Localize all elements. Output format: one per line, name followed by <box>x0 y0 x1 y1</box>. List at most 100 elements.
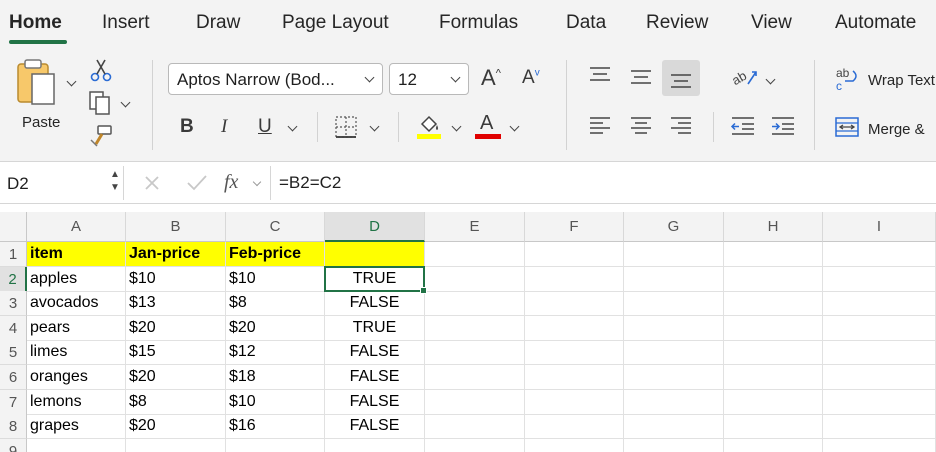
cell-i4[interactable] <box>823 315 936 341</box>
bold-button[interactable]: B <box>180 116 194 138</box>
cell-f7[interactable] <box>525 389 624 415</box>
cell-i7[interactable] <box>823 389 936 415</box>
tab-page-layout[interactable]: Page Layout <box>282 12 389 34</box>
cell-e1[interactable] <box>425 242 525 267</box>
decrease-font-size-icon[interactable]: Av <box>522 67 540 89</box>
row-header-3[interactable]: 3 <box>0 291 27 317</box>
row-header-6[interactable]: 6 <box>0 365 27 390</box>
cell-g6[interactable] <box>624 365 724 390</box>
column-header-f[interactable]: F <box>525 212 624 242</box>
align-right-icon[interactable] <box>669 116 693 136</box>
wrap-text-button[interactable]: Wrap Text <box>868 72 935 89</box>
tab-data[interactable]: Data <box>566 12 606 34</box>
cell-e3[interactable] <box>425 291 525 317</box>
cell-g8[interactable] <box>624 414 724 440</box>
formula-input[interactable]: =B2=C2 <box>279 173 341 193</box>
tab-home[interactable]: Home <box>9 12 62 34</box>
cell-g7[interactable] <box>624 389 724 415</box>
tab-draw[interactable]: Draw <box>196 12 240 34</box>
column-header-h[interactable]: H <box>724 212 823 242</box>
cell-a4[interactable]: pears <box>27 315 126 341</box>
cell-a6[interactable]: oranges <box>27 365 126 390</box>
column-header-g[interactable]: G <box>624 212 724 242</box>
cell-f2[interactable] <box>525 266 624 292</box>
cell-g2[interactable] <box>624 266 724 292</box>
font-color-icon[interactable]: A <box>475 112 501 140</box>
cell-g4[interactable] <box>624 315 724 341</box>
cell-b2[interactable]: $10 <box>126 266 226 292</box>
row-header-9[interactable]: 9 <box>0 438 27 452</box>
column-header-e[interactable]: E <box>425 212 525 242</box>
align-left-icon[interactable] <box>588 116 612 136</box>
cell-h1[interactable] <box>724 242 823 267</box>
cell-f3[interactable] <box>525 291 624 317</box>
tab-insert[interactable]: Insert <box>102 12 150 34</box>
tab-review[interactable]: Review <box>646 12 708 34</box>
worksheet-grid[interactable]: A B C D E F G H I 1 2 3 4 5 6 7 8 9 item Jan-price Feb-price… <box>0 204 936 452</box>
column-header-b[interactable]: B <box>126 212 226 242</box>
cell-f9[interactable] <box>525 438 624 452</box>
cell-d5[interactable]: FALSE <box>325 340 425 366</box>
cell-d8[interactable]: FALSE <box>325 414 425 440</box>
cell-a9[interactable] <box>27 438 126 452</box>
cell-c4[interactable]: $20 <box>226 315 325 341</box>
cell-h2[interactable] <box>724 266 823 292</box>
cell-d3[interactable]: FALSE <box>325 291 425 317</box>
copy-icon[interactable] <box>88 90 114 116</box>
align-center-icon[interactable] <box>629 116 653 136</box>
tab-view[interactable]: View <box>751 12 792 34</box>
cell-c7[interactable]: $10 <box>226 389 325 415</box>
cell-h4[interactable] <box>724 315 823 341</box>
cell-e2[interactable] <box>425 266 525 292</box>
cell-b3[interactable]: $13 <box>126 291 226 317</box>
cell-e4[interactable] <box>425 315 525 341</box>
cell-i3[interactable] <box>823 291 936 317</box>
fill-color-bucket-icon[interactable] <box>416 112 442 140</box>
cell-e9[interactable] <box>425 438 525 452</box>
cell-i2[interactable] <box>823 266 936 292</box>
top-align-icon[interactable] <box>588 66 612 84</box>
borders-icon[interactable] <box>334 115 358 139</box>
cell-c8[interactable]: $16 <box>226 414 325 440</box>
confirm-entry-check-icon[interactable] <box>186 174 208 192</box>
cell-b9[interactable] <box>126 438 226 452</box>
cell-c6[interactable]: $18 <box>226 365 325 390</box>
cell-h9[interactable] <box>724 438 823 452</box>
tab-automate[interactable]: Automate <box>835 12 916 34</box>
cell-h3[interactable] <box>724 291 823 317</box>
cell-c3[interactable]: $8 <box>226 291 325 317</box>
cell-b8[interactable]: $20 <box>126 414 226 440</box>
format-painter-icon[interactable] <box>88 124 114 148</box>
cell-d2[interactable]: TRUE <box>325 266 425 292</box>
column-header-a[interactable]: A <box>27 212 126 242</box>
orientation-icon[interactable]: ab <box>730 64 758 88</box>
name-box[interactable]: D2 <box>0 166 124 200</box>
cell-d9[interactable] <box>325 438 425 452</box>
column-header-d[interactable]: D <box>325 212 425 242</box>
cell-i1[interactable] <box>823 242 936 267</box>
cell-f6[interactable] <box>525 365 624 390</box>
cell-i8[interactable] <box>823 414 936 440</box>
row-header-7[interactable]: 7 <box>0 389 27 415</box>
row-header-1[interactable]: 1 <box>0 242 27 267</box>
font-name-select[interactable]: Aptos Narrow (Bod... <box>168 63 383 95</box>
cell-e6[interactable] <box>425 365 525 390</box>
fill-handle[interactable] <box>420 287 427 295</box>
fill-color-chevron-icon[interactable] <box>451 121 462 132</box>
paste-icon[interactable] <box>14 58 68 108</box>
cell-a7[interactable]: lemons <box>27 389 126 415</box>
merge-center-button[interactable]: Merge & <box>868 121 925 138</box>
cell-b6[interactable]: $20 <box>126 365 226 390</box>
cell-a8[interactable]: grapes <box>27 414 126 440</box>
cell-g1[interactable] <box>624 242 724 267</box>
merge-center-icon[interactable] <box>834 116 860 138</box>
cell-g5[interactable] <box>624 340 724 366</box>
select-all-corner[interactable] <box>0 212 27 242</box>
cell-f8[interactable] <box>525 414 624 440</box>
cancel-entry-x-icon[interactable] <box>143 174 161 192</box>
cell-i9[interactable] <box>823 438 936 452</box>
underline-chevron-icon[interactable] <box>287 121 298 132</box>
paste-dropdown-chevron-icon[interactable] <box>66 76 77 87</box>
cell-c5[interactable]: $12 <box>226 340 325 366</box>
cell-a1[interactable]: item <box>27 242 126 267</box>
